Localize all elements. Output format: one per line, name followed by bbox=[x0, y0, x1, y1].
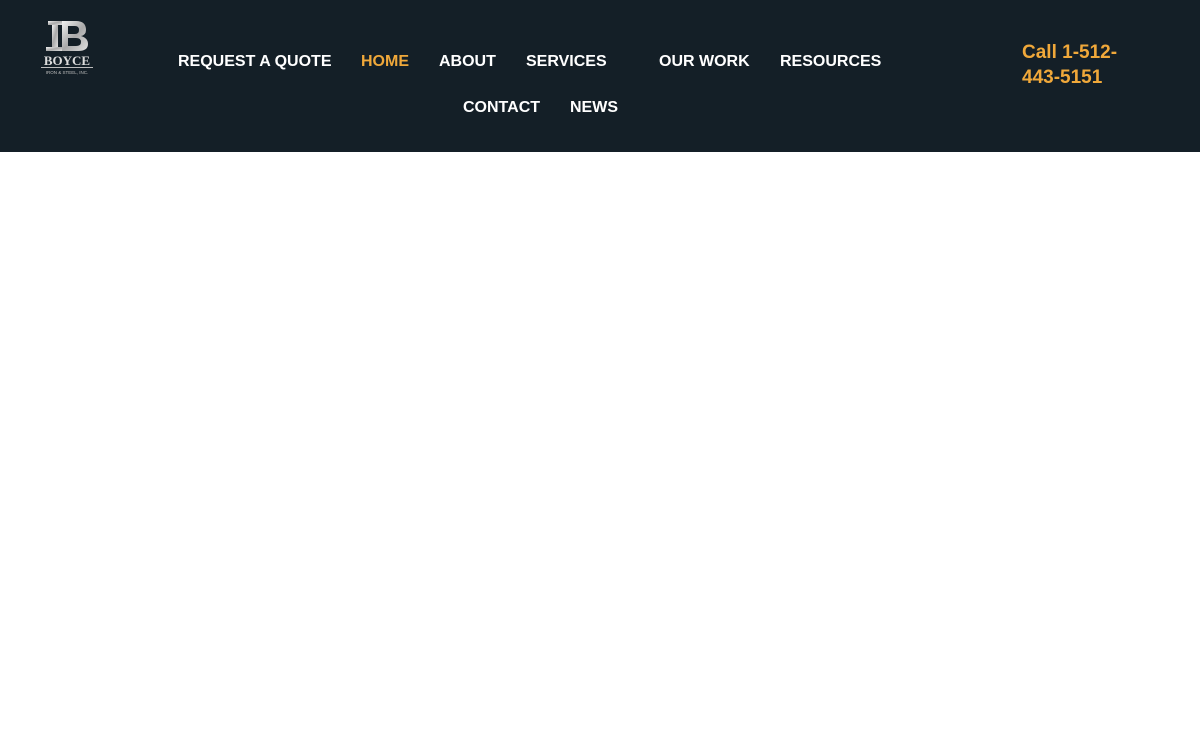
page-content bbox=[0, 152, 1200, 750]
site-header: BOYCE IRON & STEEL, INC. REQUEST A QUOTE… bbox=[0, 0, 1200, 152]
nav-item-services[interactable]: SERVICES bbox=[526, 52, 607, 72]
nav-item-resources[interactable]: RESOURCES bbox=[780, 52, 881, 72]
nav-item-about[interactable]: ABOUT bbox=[439, 52, 496, 72]
main-nav: REQUEST A QUOTE HOME ABOUT SERVICES OUR … bbox=[0, 0, 1200, 152]
nav-item-home[interactable]: HOME bbox=[361, 52, 409, 72]
nav-item-request-a-quote[interactable]: REQUEST A QUOTE bbox=[178, 52, 332, 72]
nav-item-our-work[interactable]: OUR WORK bbox=[659, 52, 750, 72]
phone-call-link[interactable]: Call 1-512-443-5151 bbox=[1022, 40, 1152, 90]
nav-item-contact[interactable]: CONTACT bbox=[463, 98, 540, 118]
nav-item-news[interactable]: NEWS bbox=[570, 98, 618, 118]
